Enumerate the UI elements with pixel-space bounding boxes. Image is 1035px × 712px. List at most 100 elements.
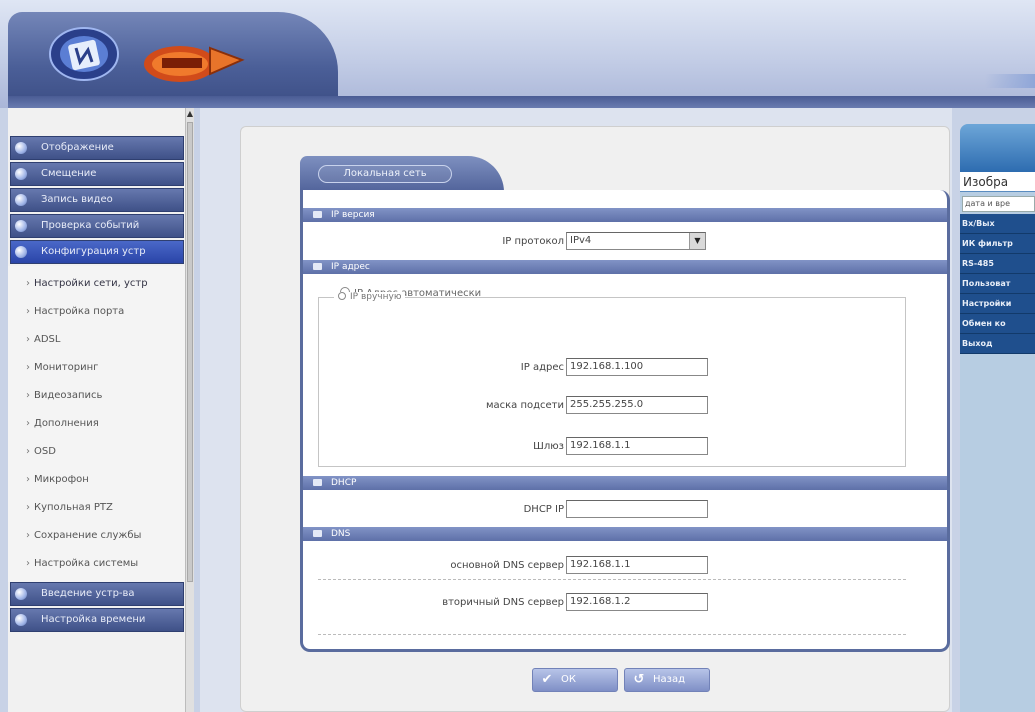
subitem-label: Сохранение службы [34,530,142,541]
dhcp-ip-input[interactable] [566,500,708,518]
sidebar-subitem-osd[interactable]: › OSD [8,438,194,466]
sidebar-item-video-record[interactable]: Запись видео [10,188,184,212]
arrow-right-icon: › [26,334,30,345]
ip-address-input[interactable]: 192.168.1.100 [566,358,708,376]
sidebar-item-label: Настройка времени [41,614,146,625]
sidebar: ▲ Отображение Смещение Запись видео Пров… [8,108,194,712]
arrow-right-icon: › [26,306,30,317]
sidebar-subitem-port[interactable]: › Настройка порта [8,298,194,326]
brand-logo-icon [144,46,245,82]
section-icon [313,530,322,537]
divider [318,634,906,635]
button-label: ОК [561,674,576,685]
chevron-down-icon[interactable]: ▼ [689,233,705,249]
bullet-icon [15,614,27,626]
section-icon [313,211,322,218]
gateway-input[interactable]: 192.168.1.1 [566,437,708,455]
tab-label: Локальная сеть [318,165,452,183]
dhcp-ip-label: DHCP IP [523,504,564,515]
ip-protocol-label: IP протокол [502,236,564,247]
arrow-right-icon: › [26,278,30,289]
right-menu-item-exit[interactable]: Выход [960,334,1035,354]
dns-secondary-input[interactable]: 192.168.1.2 [566,593,708,611]
subitem-label: Микрофон [34,474,89,485]
sidebar-subitem-adsl[interactable]: › ADSL [8,326,194,354]
subnet-mask-label: маска подсети [485,400,564,411]
bullet-icon [15,142,27,154]
sidebar-item-device-config[interactable]: Конфигурация устр [10,240,184,264]
radio-button[interactable] [338,292,346,300]
ip-address-label: IP адрес [520,362,564,373]
date-time-field[interactable]: дата и вре [962,196,1035,212]
sidebar-item-device-intro[interactable]: Введение устр-ва [10,582,184,606]
sidebar-item-label: Введение устр-ва [41,588,135,599]
right-menu-item-io[interactable]: Вх/Вых [960,214,1035,234]
subitem-label: Видеозапись [34,390,103,401]
manual-ip-legend[interactable]: IP вручную [334,292,406,302]
section-ip-address: IP адрес [303,260,947,274]
sidebar-item-label: Смещение [41,168,97,179]
ok-button[interactable]: ✔ ОК [532,668,618,692]
sidebar-item-time-settings[interactable]: Настройка времени [10,608,184,632]
header-band [8,96,1035,108]
scroll-up-icon[interactable]: ▲ [186,108,194,120]
right-menu: Вх/Вых ИК фильтр RS-485 Пользоват Настро… [960,214,1035,414]
section-dns: DNS [303,527,947,541]
sidebar-subitem-microphone[interactable]: › Микрофон [8,466,194,494]
arrow-right-icon: › [26,446,30,457]
sidebar-scrollbar[interactable]: ▲ [185,108,194,712]
section-icon [313,479,322,486]
sidebar-item-label: Проверка событий [41,220,140,231]
sidebar-item-events[interactable]: Проверка событий [10,214,184,238]
right-panel: Изобра дата и вре Вх/Вых ИК фильтр RS-48… [960,124,1035,712]
right-menu-item-user[interactable]: Пользоват [960,274,1035,294]
company-logo-icon [49,27,119,81]
subitem-label: Дополнения [34,418,99,429]
dns-primary-label: основной DNS сервер [450,560,564,571]
sidebar-item-offset[interactable]: Смещение [10,162,184,186]
section-dhcp: DHCP [303,476,947,490]
arrow-right-icon: › [26,474,30,485]
sidebar-item-display[interactable]: Отображение [10,136,184,160]
sidebar-item-label: Отображение [41,142,114,153]
arrow-right-icon: › [26,418,30,429]
right-menu-item-ir-filter[interactable]: ИК фильтр [960,234,1035,254]
bullet-icon [15,194,27,206]
sidebar-subitem-monitoring[interactable]: › Мониторинг [8,354,194,382]
bullet-icon [15,246,27,258]
dns-secondary-label: вторичный DNS сервер [442,597,564,608]
sidebar-subitem-extras[interactable]: › Дополнения [8,410,194,438]
bullet-icon [15,168,27,180]
subitem-label: Настройки сети, устр [34,278,148,289]
right-panel-header [960,124,1035,172]
subitem-label: Мониторинг [34,362,99,373]
sidebar-subitem-service[interactable]: › Сохранение службы [8,522,194,550]
sidebar-subitem-ptz[interactable]: › Купольная PTZ [8,494,194,522]
right-panel-title: Изобра [960,172,1035,192]
right-menu-item-rs485[interactable]: RS-485 [960,254,1035,274]
subitem-label: Настройка системы [34,558,139,569]
right-menu-item-settings[interactable]: Настройки [960,294,1035,314]
sidebar-subitem-network[interactable]: › Настройки сети, устр [8,270,194,298]
arrow-right-icon: › [26,362,30,373]
sidebar-subitem-system[interactable]: › Настройка системы [8,550,194,578]
refresh-icon: ↺ [633,672,645,687]
header-accent [985,74,1035,88]
dns-primary-input[interactable]: 192.168.1.1 [566,556,708,574]
button-label: Назад [653,674,686,685]
sidebar-submenu: › Настройки сети, устр › Настройка порта ›… [8,266,194,582]
sidebar-item-label: Запись видео [41,194,113,205]
sidebar-subitem-video-recording[interactable]: › Видеозапись [8,382,194,410]
right-menu-item-exchange[interactable]: Обмен ко [960,314,1035,334]
tab-local-network[interactable]: Локальная сеть [300,156,504,192]
subitem-label: Настройка порта [34,306,125,317]
subnet-mask-input[interactable]: 255.255.255.0 [566,396,708,414]
back-button[interactable]: ↺ Назад [624,668,710,692]
section-title: DNS [331,529,351,539]
scrollbar-thumb[interactable] [187,122,193,582]
arrow-right-icon: › [26,558,30,569]
ip-protocol-select[interactable]: IPv4 ▼ [566,232,706,250]
section-icon [313,263,322,270]
subitem-label: Купольная PTZ [34,502,113,513]
section-title: IP адрес [331,262,370,272]
